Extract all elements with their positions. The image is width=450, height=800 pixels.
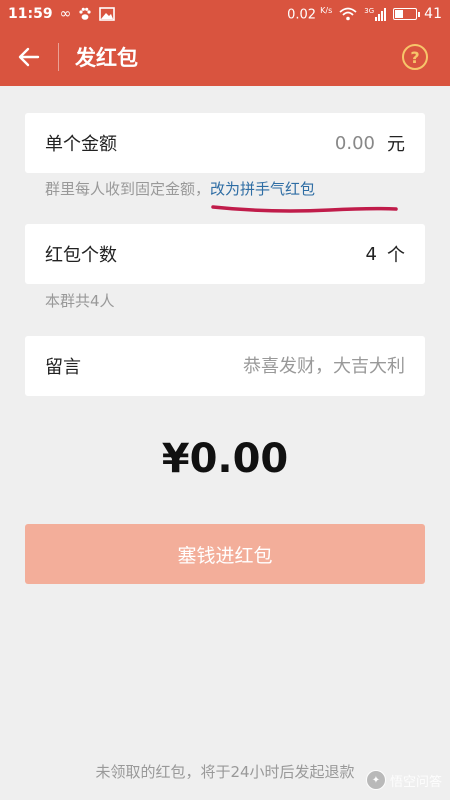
back-button[interactable] (0, 28, 58, 86)
count-input[interactable]: 4 (366, 244, 377, 265)
battery-icon (393, 7, 421, 20)
message-card[interactable]: 留言 (25, 336, 425, 396)
amount-card[interactable]: 单个金额 0.00 元 (25, 113, 425, 173)
paw-icon (79, 7, 91, 20)
message-input[interactable] (185, 355, 405, 377)
app-header: 发红包 ? (0, 28, 450, 86)
image-notification-icon (99, 7, 116, 21)
back-arrow-icon (18, 47, 40, 67)
switch-to-random-link[interactable]: 改为拼手气红包 (210, 180, 315, 198)
status-right: 0.02 K/s 3G 41 (287, 6, 442, 22)
page-title: 发红包 (75, 46, 138, 70)
count-card[interactable]: 红包个数 4 个 (25, 224, 425, 284)
status-time: 11:59 (8, 6, 53, 22)
status-left: 11:59 ∞ (8, 6, 116, 22)
amount-hint: 群里每人收到固定金额，改为拼手气红包 (45, 178, 315, 199)
help-button[interactable]: ? (402, 44, 428, 70)
status-bar: 11:59 ∞ 0.02 K/s 3G 41 (0, 0, 450, 28)
watermark-logo-icon: ✦ (365, 770, 386, 790)
submit-button[interactable]: 塞钱进红包 (25, 524, 425, 584)
infinity-icon: ∞ (59, 6, 72, 22)
watermark-text: 悟空问答 (389, 774, 442, 790)
message-label: 留言 (45, 357, 81, 378)
amount-unit: 元 (387, 134, 405, 155)
annotation-underline (211, 205, 398, 213)
count-hint: 本群共4人 (45, 292, 115, 310)
network-speed: 0.02 K/s (287, 5, 333, 23)
amount-input[interactable]: 0.00 (335, 133, 375, 154)
help-icon: ? (410, 47, 420, 67)
count-label: 红包个数 (45, 245, 117, 266)
battery-level: 41 (424, 5, 442, 22)
count-unit: 个 (387, 245, 405, 266)
amount-label: 单个金额 (45, 134, 117, 155)
total-amount: ¥0.00 (161, 436, 289, 482)
header-divider (58, 43, 59, 71)
network-type: 3G (364, 6, 375, 15)
wifi-icon (339, 7, 357, 21)
amount-hint-text: 群里每人收到固定金额， (45, 180, 211, 198)
battery-fill (395, 9, 404, 18)
cell-signal-icon: 3G (364, 6, 387, 21)
watermark: ✦ 悟空问答 (365, 770, 442, 790)
